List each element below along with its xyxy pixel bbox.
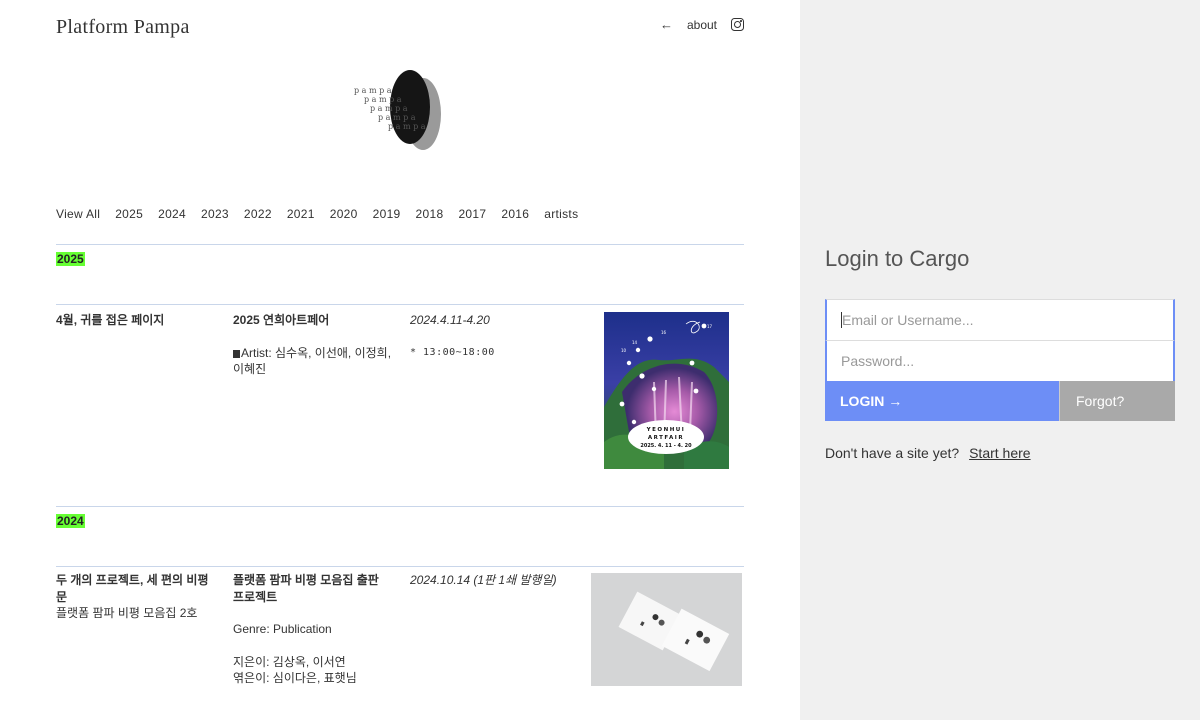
filter-2020[interactable]: 2020 [330, 207, 358, 221]
filter-2024[interactable]: 2024 [158, 207, 186, 221]
email-field[interactable]: Email or Username... [825, 299, 1175, 340]
logo-text-line: p a m p a [378, 113, 416, 122]
svg-text:14: 14 [632, 340, 638, 345]
entry-title[interactable]: 두 개의 프로젝트, 세 편의 비평문 [56, 573, 209, 604]
filter-2016[interactable]: 2016 [501, 207, 529, 221]
password-placeholder: Password... [841, 353, 915, 369]
entry-project-col: 플랫폼 팜파 비평 모음집 출판 프로젝트 Genre: Publication… [233, 572, 383, 687]
project-name: 플랫폼 팜파 비평 모음집 출판 프로젝트 [233, 573, 379, 604]
signup-text: Don't have a site yet? [825, 445, 960, 461]
filter-2019[interactable]: 2019 [373, 207, 401, 221]
login-button[interactable]: LOGIN → [825, 381, 1059, 421]
entry-project-col: 2025 연희아트페어 Artist: 심수옥, 이선애, 이정희, 이혜진 [233, 312, 393, 378]
svg-text:10: 10 [621, 348, 627, 353]
entry-title[interactable]: 4월, 귀를 접은 페이지 [56, 313, 164, 327]
entry-date-col: 2024.4.11-4.20 * 13:00~18:00 [410, 312, 580, 361]
poster-date: 2025. 4. 11 - 4. 20 [640, 443, 692, 449]
poster-title-line: YEONHUI [646, 427, 686, 433]
artist-list: Artist: 심수옥, 이선애, 이정희, 이혜진 [233, 345, 392, 377]
logo-text-line: p a m p a [370, 104, 408, 113]
entry-genre: Genre: Publication [233, 622, 332, 636]
year-heading-2025: 2025 [56, 252, 85, 266]
left-arrow-icon[interactable]: ← [660, 17, 673, 32]
about-link[interactable]: about [687, 18, 717, 32]
pampa-logo: p a m p a p a m p a p a m p a p a m p a … [354, 70, 441, 150]
email-placeholder: Email or Username... [842, 312, 974, 328]
top-nav: ← about [660, 17, 744, 32]
login-title: Login to Cargo [825, 246, 970, 271]
entry-date: 2024.10.14 (1판 1쇄 발행일) [410, 573, 557, 587]
entry-title-col: 두 개의 프로젝트, 세 편의 비평문 플랫폼 팜파 비평 모음집 2호 [56, 572, 214, 622]
svg-text:17: 17 [707, 324, 713, 329]
project-name: 2025 연희아트페어 [233, 313, 330, 327]
svg-text:16: 16 [661, 330, 667, 335]
logo-text-line: p a m p a [354, 86, 392, 95]
entry-author: 지은이: 김상옥, 이서연 [233, 654, 346, 669]
forgot-password-button[interactable]: Forgot? [1059, 381, 1175, 421]
entry-title-col: 4월, 귀를 접은 페이지 [56, 312, 221, 329]
logo-text-line: p a m p a [388, 122, 426, 131]
filter-2021[interactable]: 2021 [287, 207, 315, 221]
filter-2022[interactable]: 2022 [244, 207, 272, 221]
instagram-icon[interactable] [731, 18, 744, 31]
publication-mockup-image[interactable] [591, 573, 742, 686]
filter-2023[interactable]: 2023 [201, 207, 229, 221]
filter-2018[interactable]: 2018 [416, 207, 444, 221]
divider [56, 506, 744, 507]
year-filter-nav: View All 2025 2024 2023 2022 2021 2020 2… [56, 207, 578, 221]
art-fair-poster-image[interactable]: 16 14 10 17 YEONHUI ARTFAIR 2025. 4. 11 - 4… [604, 312, 729, 469]
divider [56, 244, 744, 245]
filter-view-all[interactable]: View All [56, 207, 100, 221]
logo-text-line: p a m p a [364, 95, 402, 104]
login-panel: Login to Cargo Email or Username... Pass… [800, 0, 1200, 720]
poster-title-line: ARTFAIR [648, 435, 684, 441]
filter-2025[interactable]: 2025 [115, 207, 143, 221]
entry-date: 2024.4.11-4.20 [410, 313, 490, 327]
year-heading-2024: 2024 [56, 514, 85, 528]
entry-subtitle: 플랫폼 팜파 비평 모음집 2호 [56, 606, 198, 620]
bullet-icon [233, 349, 240, 358]
site-page: Platform Pampa ← about p a m p a p a m p… [0, 0, 800, 720]
entry-date-col: 2024.10.14 (1판 1쇄 발행일) [410, 572, 570, 589]
password-field[interactable]: Password... [825, 340, 1175, 381]
filter-artists[interactable]: artists [544, 207, 578, 221]
divider [56, 566, 744, 567]
entry-editor: 엮은이: 심이다은, 표햇님 [233, 671, 357, 685]
signup-prompt: Don't have a site yet? Start here [825, 445, 1031, 461]
divider [56, 304, 744, 305]
entry-hours: * 13:00~18:00 [410, 346, 495, 358]
start-here-link[interactable]: Start here [969, 445, 1030, 461]
site-title[interactable]: Platform Pampa [56, 16, 190, 39]
filter-2017[interactable]: 2017 [458, 207, 486, 221]
